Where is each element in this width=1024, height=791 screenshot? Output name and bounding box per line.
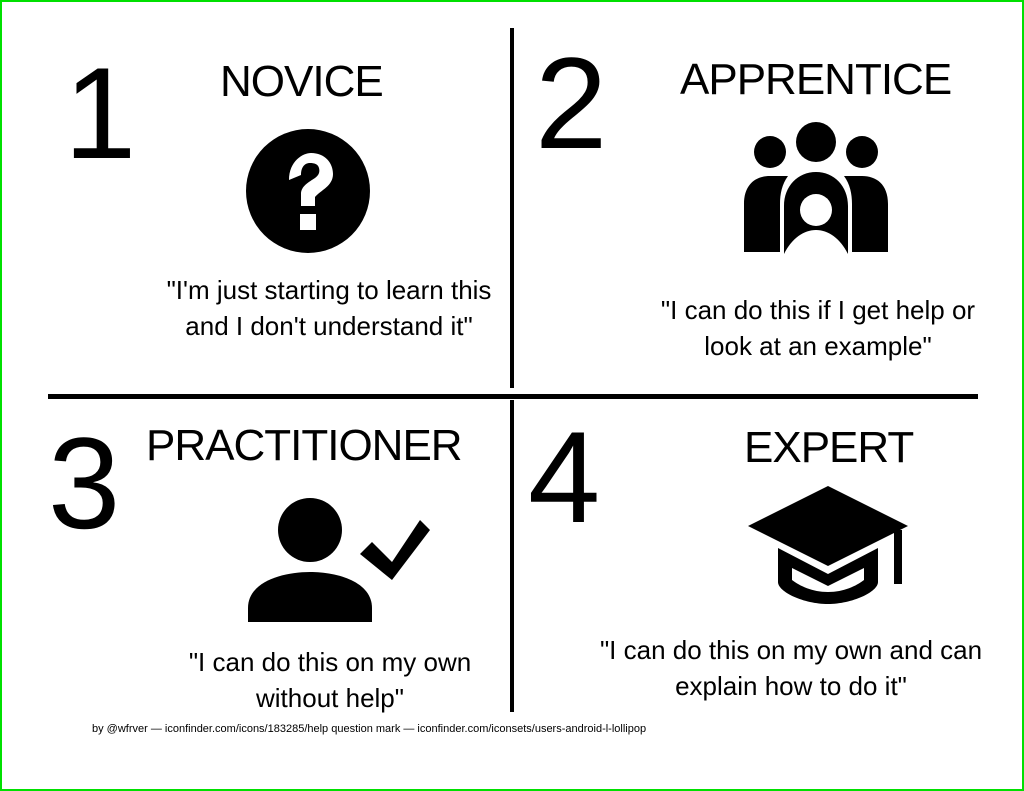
- quadrant-3-title: PRACTITIONER: [146, 421, 463, 470]
- help-question-icon: [246, 129, 370, 253]
- quadrant-4-number: 4: [528, 404, 601, 550]
- quadrant-1-number: 1: [64, 40, 137, 186]
- users-group-icon: [744, 122, 888, 254]
- image-credits: by @wfrver — iconfinder.com/icons/183285…: [92, 723, 647, 735]
- quadrant-4-title: EXPERT: [744, 423, 914, 472]
- vertical-divider-top: [510, 28, 514, 388]
- horizontal-divider: [48, 394, 978, 399]
- vertical-divider-bottom: [510, 400, 514, 712]
- quadrant-2-quote: "I can do this if I get help or look at …: [660, 295, 976, 361]
- user-check-icon: [248, 498, 430, 622]
- quadrant-3-number: 3: [48, 410, 121, 556]
- quadrant-4-quote: "I can do this on my own and can explain…: [599, 635, 983, 701]
- quadrant-3-quote: "I can do this on my own without help": [188, 647, 472, 713]
- quadrant-2-title: APPRENTICE: [680, 55, 952, 104]
- quadrant-1-quote: "I'm just starting to learn this and I d…: [166, 275, 492, 341]
- quadrant-2-number: 2: [535, 30, 608, 176]
- quadrant-1-title: NOVICE: [220, 57, 384, 106]
- graduation-cap-icon: [748, 486, 908, 604]
